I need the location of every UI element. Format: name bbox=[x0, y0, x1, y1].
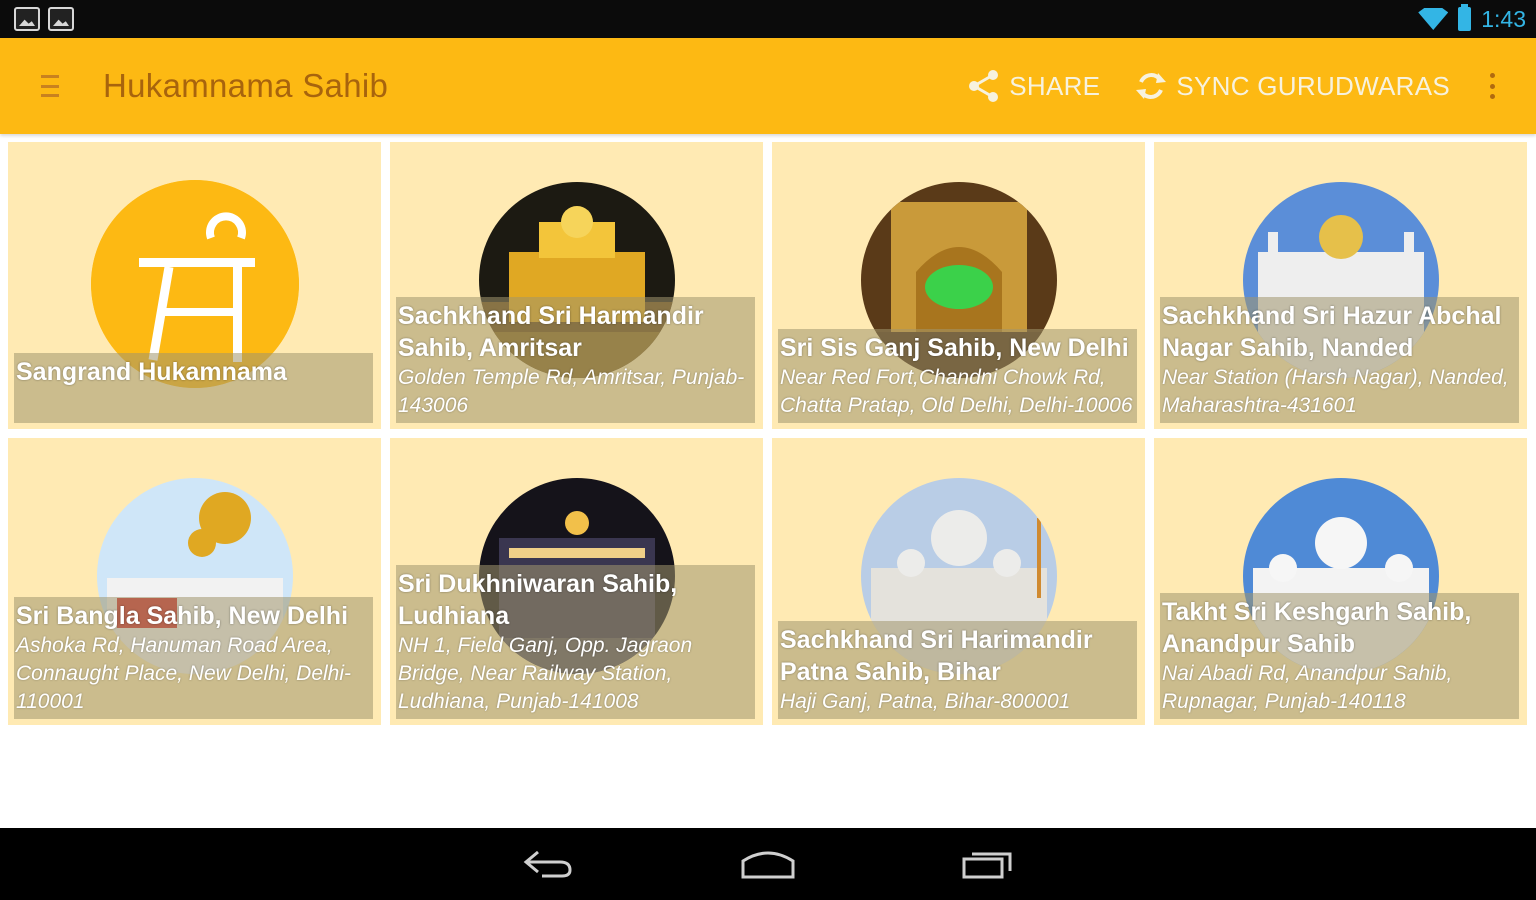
card-label: Sangrand Hukamnama bbox=[14, 353, 373, 423]
card-address: Nai Abadi Rd, Anandpur Sahib, Rupnagar, … bbox=[1162, 662, 1453, 713]
sync-gurudwaras-button[interactable]: SYNC GURUDWARAS bbox=[1134, 69, 1450, 103]
screenshot-notification-icon bbox=[48, 7, 74, 31]
card-dukhniwaran-sahib[interactable]: Sri Dukhniwaran Sahib, Ludhiana NH 1, Fi… bbox=[390, 438, 763, 725]
notification-icons bbox=[14, 7, 74, 31]
recents-button[interactable] bbox=[958, 844, 1018, 884]
card-patna-sahib[interactable]: Sachkhand Sri Harimandir Patna Sahib, Bi… bbox=[772, 438, 1145, 725]
back-button[interactable] bbox=[518, 844, 578, 884]
back-icon bbox=[523, 850, 572, 878]
share-button[interactable]: SHARE bbox=[967, 69, 1100, 103]
action-bar: Hukamnama Sahib SHARE SYNC GURUDWARAS bbox=[0, 38, 1536, 134]
hamburger-icon[interactable] bbox=[41, 75, 59, 97]
sync-icon bbox=[1136, 73, 1167, 99]
card-name: Sachkhand Sri Harmandir Sahib, Amritsar bbox=[398, 302, 704, 362]
card-label: Sri Sis Ganj Sahib, New Delhi Near Red F… bbox=[778, 329, 1137, 423]
card-name: Sri Dukhniwaran Sahib, Ludhiana bbox=[398, 570, 678, 630]
card-keshgarh-sahib[interactable]: Takht Sri Keshgarh Sahib, Anandpur Sahib… bbox=[1154, 438, 1527, 725]
overflow-menu-icon[interactable] bbox=[1488, 73, 1496, 99]
card-address: Near Red Fort,Chandni Chowk Rd, Chatta P… bbox=[780, 366, 1133, 417]
card-address: NH 1, Field Ganj, Opp. Jagraon Bridge, N… bbox=[398, 634, 693, 713]
home-icon bbox=[741, 851, 795, 879]
card-sangrand-hukamnama[interactable]: Sangrand Hukamnama bbox=[8, 142, 381, 429]
share-label: SHARE bbox=[1009, 70, 1101, 101]
gallery-notification-icon bbox=[14, 7, 40, 31]
card-name: Sri Bangla Sahib, New Delhi bbox=[16, 602, 349, 630]
card-address: Golden Temple Rd, Amritsar, Punjab-14300… bbox=[398, 366, 745, 417]
card-name: Sachkhand Sri Hazur Abchal Nagar Sahib, … bbox=[1162, 302, 1502, 362]
battery-icon bbox=[1458, 4, 1472, 31]
share-icon bbox=[969, 70, 999, 102]
card-label: Takht Sri Keshgarh Sahib, Anandpur Sahib… bbox=[1160, 593, 1519, 719]
status-time: 1:43 bbox=[1481, 5, 1526, 32]
app-title: Hukamnama Sahib bbox=[103, 67, 389, 104]
wifi-icon bbox=[1418, 8, 1449, 30]
card-name: Takht Sri Keshgarh Sahib, Anandpur Sahib bbox=[1162, 598, 1472, 658]
card-name: Sri Sis Ganj Sahib, New Delhi bbox=[780, 334, 1129, 362]
card-label: Sachkhand Sri Hazur Abchal Nagar Sahib, … bbox=[1160, 297, 1519, 423]
gurudwara-grid: Sangrand Hukamnama Sachkhand Sri Harmand… bbox=[8, 142, 1528, 725]
card-address: Ashoka Rd, Hanuman Road Area, Connaught … bbox=[16, 634, 352, 713]
status-bar: 1:43 bbox=[0, 0, 1536, 38]
card-label: Sri Bangla Sahib, New Delhi Ashoka Rd, H… bbox=[14, 597, 373, 719]
system-nav-bar bbox=[0, 828, 1536, 900]
card-sis-ganj-sahib[interactable]: Sri Sis Ganj Sahib, New Delhi Near Red F… bbox=[772, 142, 1145, 429]
card-label: Sachkhand Sri Harmandir Sahib, Amritsar … bbox=[396, 297, 755, 423]
card-name: Sangrand Hukamnama bbox=[16, 358, 287, 386]
sync-label: SYNC GURUDWARAS bbox=[1176, 70, 1450, 101]
card-bangla-sahib[interactable]: Sri Bangla Sahib, New Delhi Ashoka Rd, H… bbox=[8, 438, 381, 725]
card-address: Near Station (Harsh Nagar), Nanded, Maha… bbox=[1162, 366, 1509, 417]
status-right: 1:43 bbox=[1418, 4, 1526, 33]
card-label: Sri Dukhniwaran Sahib, Ludhiana NH 1, Fi… bbox=[396, 565, 755, 719]
card-name: Sachkhand Sri Harimandir Patna Sahib, Bi… bbox=[780, 626, 1093, 686]
home-button[interactable] bbox=[738, 844, 798, 884]
card-address: Haji Ganj, Patna, Bihar-800001 bbox=[780, 690, 1071, 713]
recents-icon bbox=[962, 852, 1012, 879]
card-harmandir-sahib[interactable]: Sachkhand Sri Harmandir Sahib, Amritsar … bbox=[390, 142, 763, 429]
card-label: Sachkhand Sri Harimandir Patna Sahib, Bi… bbox=[778, 621, 1137, 719]
card-hazur-sahib[interactable]: Sachkhand Sri Hazur Abchal Nagar Sahib, … bbox=[1154, 142, 1527, 429]
